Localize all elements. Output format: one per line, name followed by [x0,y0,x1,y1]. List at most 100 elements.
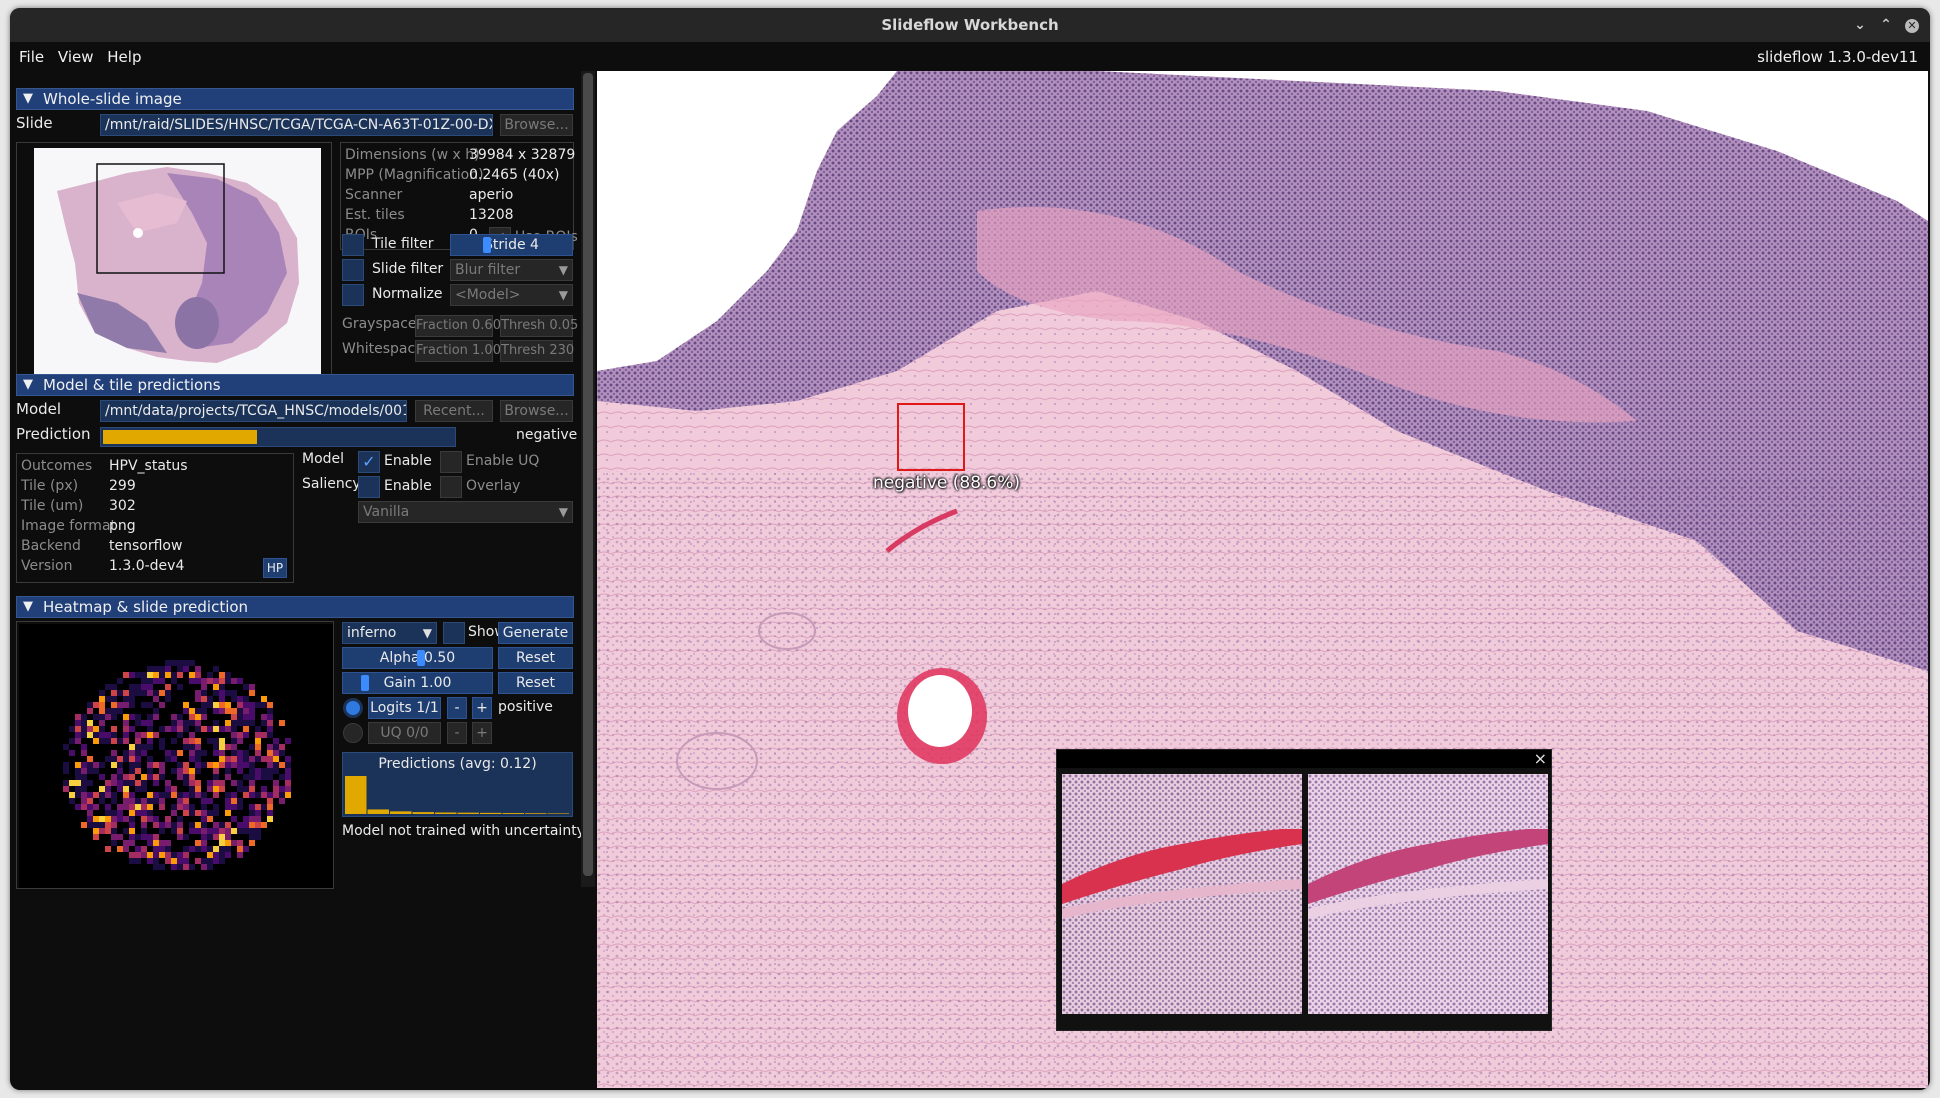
slide-filter-label: Slide filter [372,261,444,277]
uq-radio[interactable] [343,723,363,743]
collapse-triangle-icon: ▼ [23,91,33,106]
logits-radio[interactable] [343,698,363,718]
slider-knob[interactable] [483,237,491,253]
slide-filter-checkbox[interactable] [342,259,364,281]
section-header-wsi[interactable]: ▼ Whole-slide image [16,88,574,110]
menu-view[interactable]: View [49,45,94,69]
collapse-triangle-icon: ▼ [23,377,33,392]
slide-thumbnail[interactable] [17,143,333,391]
select-value: <Model> [455,287,521,303]
saliency-enable-checkbox[interactable] [358,476,380,498]
slide-browse-button[interactable]: Browse... [500,114,573,136]
hp-badge[interactable]: HP [263,558,287,578]
grayspace-thresh-slider[interactable]: Thresh 0.05 [500,315,578,337]
dropdown-arrow-icon: ▼ [558,505,568,519]
prediction-label: Prediction [16,425,91,443]
info-value: png [109,518,136,534]
select-value: inferno [347,625,397,641]
alpha-slider[interactable]: Alpha 0.50 [342,647,493,669]
tile-filter-label: Tile filter [372,236,434,252]
logits-slider[interactable]: Logits 1/1 [368,697,441,719]
menu-help[interactable]: Help [98,45,141,69]
info-value: 0.2465 (40x) [469,167,560,183]
close-window-icon[interactable]: ✕ [1902,15,1922,35]
uq-slider[interactable]: UQ 0/0 [368,722,441,744]
control-pane: ▼ Whole-slide image Slide /mnt/raid/SLIDE… [10,71,595,1090]
close-preview-icon[interactable]: × [1534,750,1547,768]
heatmap-image[interactable] [17,622,335,890]
heatmap-panel [16,621,334,889]
section-header-model[interactable]: ▼ Model & tile predictions [16,374,574,396]
section-header-heatmap[interactable]: ▼ Heatmap & slide prediction [16,596,574,618]
info-key: Image format [21,518,117,534]
scrollbar-thumb[interactable] [583,73,593,876]
section-title: Whole-slide image [43,90,182,108]
show-heatmap-checkbox[interactable] [443,622,465,644]
blur-filter-select[interactable]: Blur filter ▼ [450,259,573,281]
check-icon: ✓ [362,452,376,471]
info-value: 299 [109,478,136,494]
maximize-icon[interactable]: ⌃ [1876,15,1896,35]
histogram-bars [345,776,569,814]
model-enable-label: Enable [384,453,432,469]
minimize-icon[interactable]: ⌄ [1850,15,1870,35]
info-key: Version [21,558,73,574]
model-enable-checkbox[interactable]: ✓ [358,451,380,473]
tile-filter-checkbox[interactable] [342,234,364,256]
dropdown-arrow-icon: ▼ [422,626,432,640]
slide-viewer[interactable]: negative (88.6%) × [597,71,1928,1088]
menu-bar: File View Help slideflow 1.3.0-dev11 [10,45,1930,69]
generate-button[interactable]: Generate [498,622,573,644]
model-label: Model [16,400,62,418]
enable-uq-label: Enable UQ [466,453,540,469]
grayspace-fraction-slider[interactable]: Fraction 0.60 [415,315,501,337]
info-value: aperio [469,187,514,203]
colormap-select[interactable]: inferno ▼ [342,622,437,644]
normalize-label: Normalize [372,286,443,302]
menu-file[interactable]: File [10,45,44,69]
normalize-checkbox[interactable] [342,284,364,306]
gain-value: Gain 1.00 [383,675,452,691]
gain-reset-button[interactable]: Reset [498,672,573,694]
section-title: Model & tile predictions [43,376,221,394]
logits-class-label: positive [498,699,553,715]
saliency-label: Saliency [302,476,361,492]
model-path-input[interactable]: /mnt/data/projects/TCGA_HNSC/models/0018… [100,400,407,422]
info-value: tensorflow [109,538,183,554]
scrollbar-track[interactable] [581,71,595,887]
alpha-reset-button[interactable]: Reset [498,647,573,669]
slider-knob[interactable] [416,650,425,666]
slide-label: Slide [16,114,53,132]
logits-increment-button[interactable]: + [472,697,492,719]
recent-models-button[interactable]: Recent... [415,400,493,422]
tile-prediction-label: negative (88.6%) [873,473,1021,493]
gain-slider[interactable]: Gain 1.00 [342,672,493,694]
overlay-checkbox[interactable] [440,476,462,498]
uq-increment-button[interactable]: + [472,722,492,744]
thumbnail-panel [16,142,332,390]
info-value: 302 [109,498,136,514]
tile-original [1062,774,1302,1014]
enable-uq-checkbox[interactable] [440,451,462,473]
whitespace-fraction-slider[interactable]: Fraction 1.00 [415,340,501,362]
dropdown-arrow-icon: ▼ [558,288,568,302]
info-key: Dimensions (w x h) [345,147,480,163]
slide-path-input[interactable]: /mnt/raid/SLIDES/HNSC/TCGA/TCGA-CN-A63T-… [100,114,493,136]
info-value: 39984 x 32879 [469,147,576,163]
model-browse-button[interactable]: Browse... [500,400,573,422]
info-key: Backend [21,538,81,554]
model-info-panel: Outcomes HPV_status Tile (px) 299 Tile (… [16,453,294,583]
histogram-bar [502,813,524,814]
saliency-method-select[interactable]: Vanilla ▼ [358,501,573,523]
select-value: Vanilla [363,504,410,520]
histogram-bar [367,809,389,814]
slider-knob[interactable] [360,675,369,691]
tile-normalized [1308,774,1548,1014]
uq-decrement-button[interactable]: - [447,722,467,744]
normalizer-model-select[interactable]: <Model> ▼ [450,284,573,306]
logits-decrement-button[interactable]: - [447,697,467,719]
stride-slider[interactable]: Stride 4 [450,234,573,256]
info-key: MPP (Magnification) [345,167,484,183]
info-key: Tile (px) [21,478,79,494]
whitespace-thresh-slider[interactable]: Thresh 230 [500,340,574,362]
